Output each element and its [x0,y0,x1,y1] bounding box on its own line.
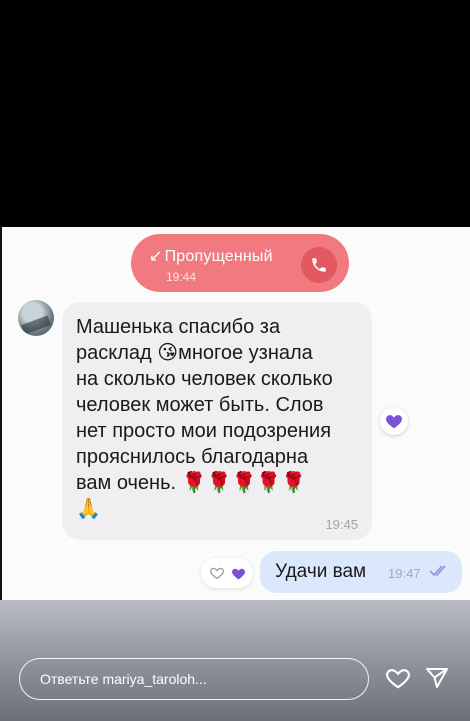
sender-avatar[interactable] [18,300,54,336]
incoming-message-text: Машенька спасибо за расклад 😘многое узна… [76,316,333,520]
send-button[interactable] [425,666,451,692]
story-top-dark-area [0,0,470,227]
story-footer: Ответьте mariya_taroloh... [0,600,470,721]
missed-call-text: Пропущенный [164,248,273,265]
outgoing-message-text: Удачи вам [275,561,367,582]
message-reaction[interactable] [380,407,408,435]
reply-input[interactable]: Ответьте mariya_taroloh... [19,658,369,700]
incoming-message-bubble: Машенька спасибо за расклад 😘многое узна… [62,302,372,540]
heart-icon [386,669,410,689]
send-icon [426,668,448,688]
outgoing-message-time: 19:47 [388,566,421,581]
call-back-button[interactable] [301,247,337,283]
heart-outline-icon[interactable] [209,566,225,580]
chat-screenshot: ↙ Пропущенный 19:44 Машенька спасибо за р… [0,227,470,600]
outgoing-message-bubble: Удачи вам 19:47 [260,551,462,593]
missed-call-bubble: ↙ Пропущенный 19:44 [131,234,349,292]
like-button[interactable] [385,666,411,692]
missed-call-time: 19:44 [166,270,197,284]
reply-placeholder: Ответьте mariya_taroloh... [40,671,207,687]
phone-icon [312,258,326,272]
read-checkmarks-icon [429,565,446,577]
purple-heart-icon [386,415,402,429]
incoming-message-time: 19:45 [325,517,358,532]
reaction-picker[interactable] [201,558,253,588]
purple-heart-icon [231,568,245,579]
missed-call-label: ↙ Пропущенный [149,246,273,266]
missed-arrow-icon: ↙ [149,248,163,265]
